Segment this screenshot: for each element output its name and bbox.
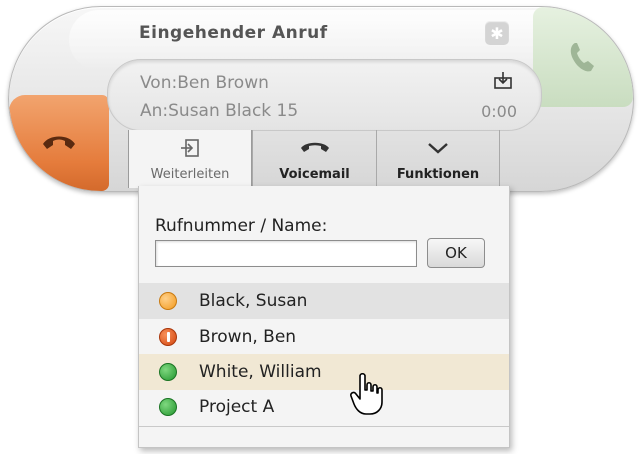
tab-label: Voicemail bbox=[279, 167, 350, 182]
status-away-icon bbox=[159, 292, 177, 310]
hang-up-icon bbox=[43, 136, 75, 149]
caller-from: Von:Ben Brown bbox=[140, 73, 269, 93]
contact-name: Black, Susan bbox=[199, 291, 308, 311]
tab-weiterleiten[interactable]: Weiterleiten bbox=[128, 130, 252, 188]
call-title: Eingehender Anruf bbox=[139, 23, 328, 43]
tab-voicemail[interactable]: Voicemail bbox=[252, 130, 376, 188]
list-item[interactable]: Project A bbox=[139, 389, 509, 425]
contact-name: White, William bbox=[199, 362, 322, 382]
favorite-button[interactable]: ✱ bbox=[485, 21, 509, 45]
caller-info-panel: Von:Ben Brown An:Susan Black 15 0:00 bbox=[107, 59, 542, 131]
accept-call-button[interactable] bbox=[533, 7, 633, 107]
phone-icon bbox=[570, 43, 594, 72]
status-available-icon bbox=[159, 398, 177, 416]
list-item[interactable]: White, William bbox=[139, 354, 509, 390]
caller-to: An:Susan Black 15 bbox=[140, 101, 299, 121]
call-timer: 0:00 bbox=[481, 102, 517, 121]
number-name-label: Rufnummer / Name: bbox=[155, 216, 328, 236]
contact-name: Project A bbox=[199, 397, 275, 417]
status-busy-icon bbox=[159, 328, 177, 346]
list-item[interactable]: Brown, Ben bbox=[139, 319, 509, 355]
tab-funktionen[interactable]: Funktionen bbox=[376, 130, 500, 188]
forward-panel: Rufnummer / Name: OK Black, Susan Brown,… bbox=[138, 186, 510, 448]
list-item[interactable]: Black, Susan bbox=[139, 283, 509, 319]
status-available-icon bbox=[159, 363, 177, 381]
reject-call-button[interactable] bbox=[9, 95, 109, 191]
divider bbox=[139, 426, 509, 427]
star-icon: ✱ bbox=[490, 23, 504, 43]
forward-icon bbox=[181, 139, 199, 157]
ok-button[interactable]: OK bbox=[427, 238, 485, 268]
tab-label: Weiterleiten bbox=[150, 167, 230, 182]
tab-label: Funktionen bbox=[396, 167, 480, 182]
number-name-input[interactable] bbox=[155, 240, 417, 267]
contact-name: Brown, Ben bbox=[199, 327, 297, 347]
voicemail-icon bbox=[300, 142, 329, 152]
download-icon[interactable] bbox=[493, 70, 513, 90]
action-tabs: Weiterleiten Voicemail Funktionen bbox=[128, 130, 500, 188]
chevron-down-icon bbox=[428, 143, 448, 154]
hand-cursor-icon bbox=[350, 372, 383, 415]
